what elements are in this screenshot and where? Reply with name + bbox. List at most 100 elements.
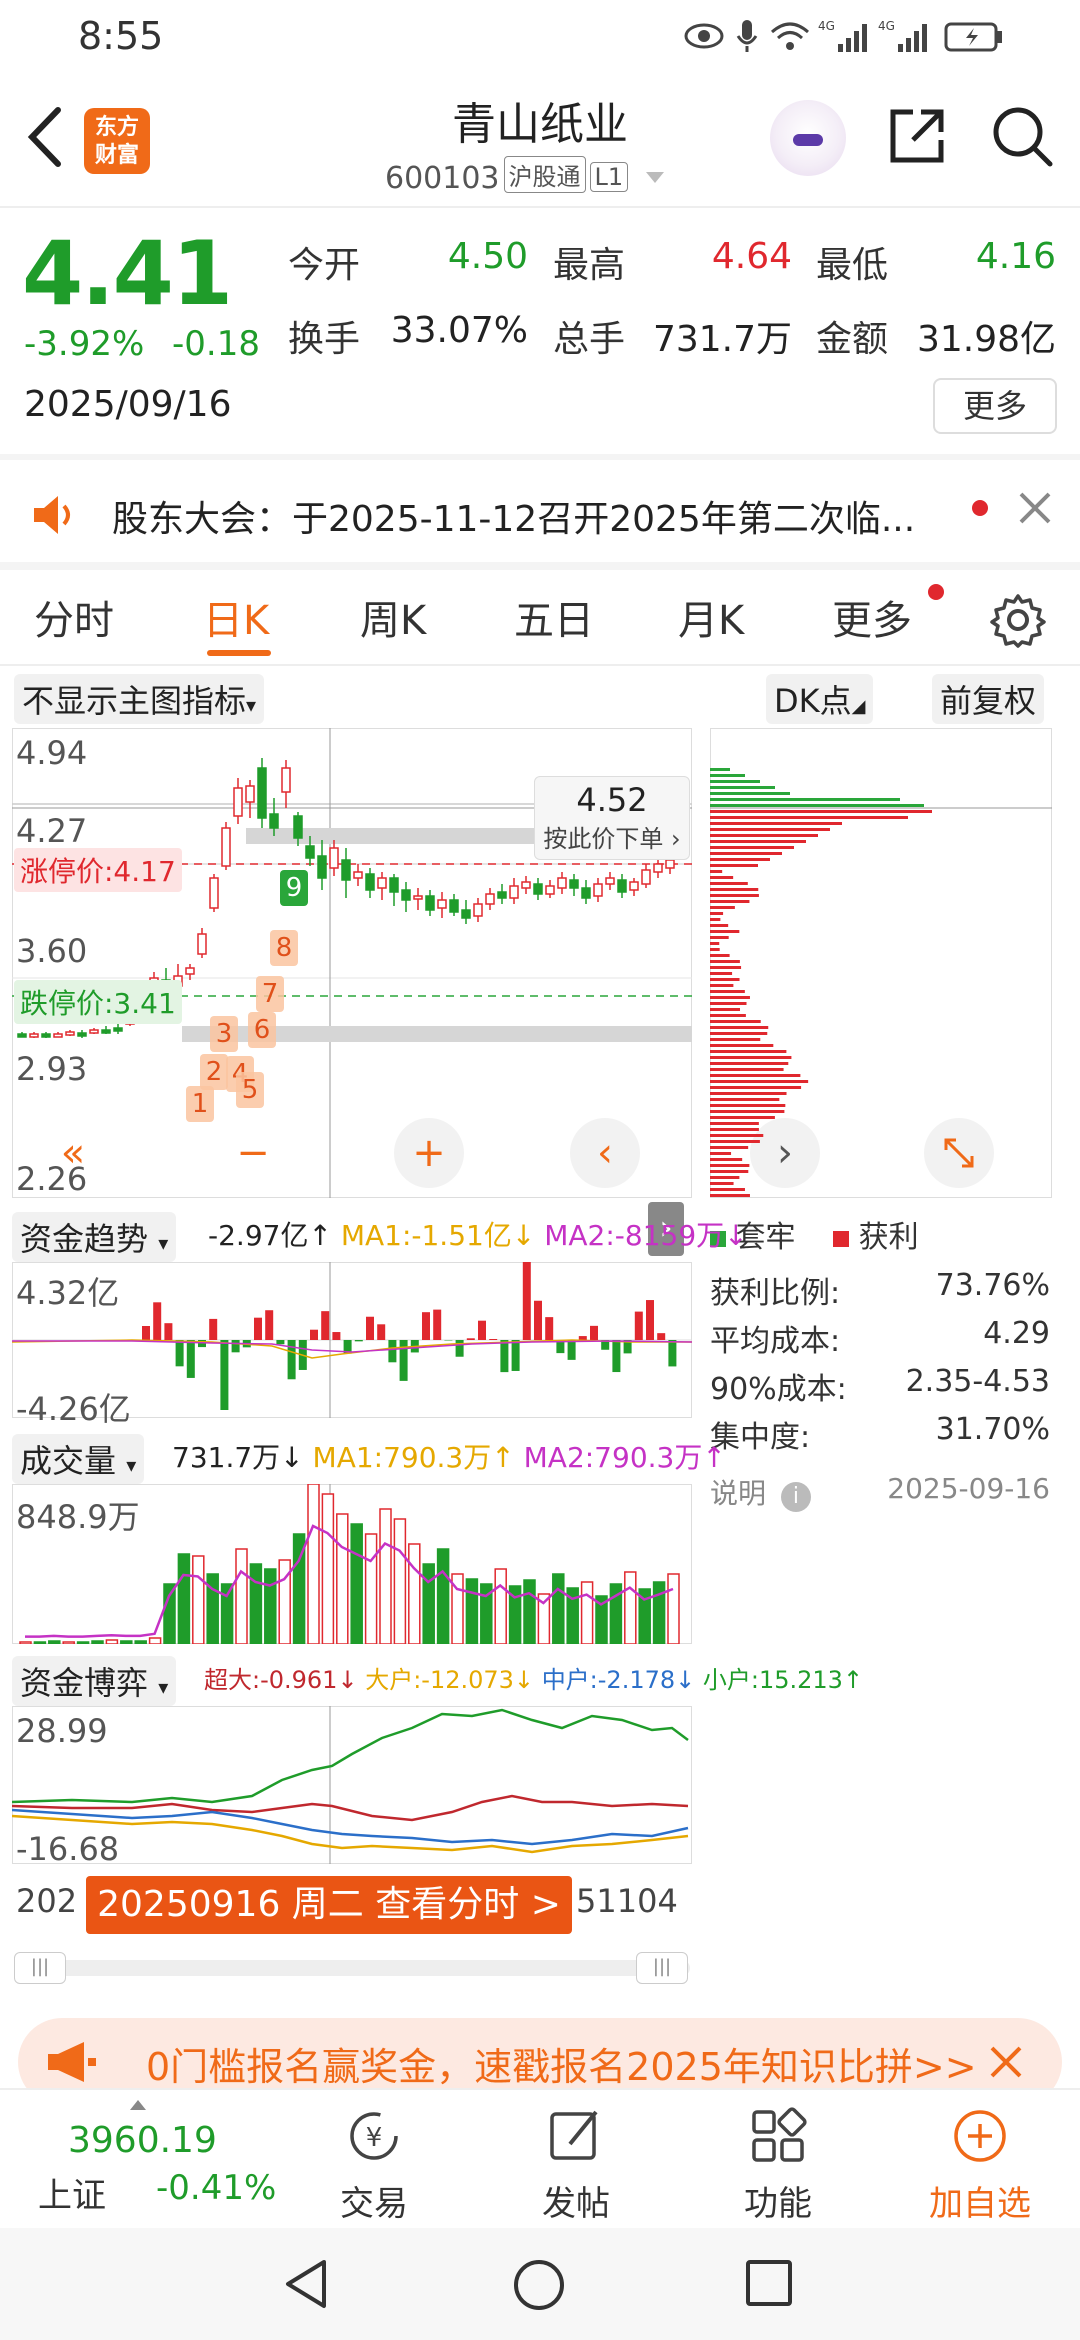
fund-bar bbox=[209, 1318, 218, 1340]
system-home-icon[interactable] bbox=[512, 2258, 566, 2312]
chip-bars bbox=[710, 768, 932, 1197]
add-watchlist-icon[interactable] bbox=[950, 2106, 1010, 2166]
scroll-left-button[interactable]: ‹ bbox=[570, 1118, 640, 1188]
order-at-price-tooltip[interactable]: 4.52 按此价下单 › bbox=[534, 776, 690, 860]
volume-bar bbox=[148, 1637, 162, 1644]
candle-body bbox=[293, 815, 303, 839]
volume-bar bbox=[494, 1568, 507, 1644]
zoom-in-button[interactable]: + bbox=[394, 1118, 464, 1188]
candle-body bbox=[449, 899, 459, 913]
volume-bar bbox=[307, 1484, 320, 1644]
divider bbox=[0, 206, 1080, 208]
candle-body bbox=[197, 933, 207, 955]
search-icon[interactable] bbox=[990, 104, 1054, 168]
main-indicator-select[interactable]: 不显示主图指标▾ bbox=[14, 674, 265, 724]
candle-body bbox=[389, 877, 399, 893]
chip-bar bbox=[710, 894, 759, 897]
dk-point-select[interactable]: DK点◢ bbox=[766, 674, 874, 724]
chip-bar bbox=[710, 810, 932, 813]
candle-body bbox=[101, 1029, 111, 1034]
candle-body bbox=[53, 1033, 63, 1038]
range-handle-left[interactable]: ||| bbox=[14, 1952, 66, 1984]
dk-marker[interactable]: 2 bbox=[200, 1054, 228, 1090]
volume-bar bbox=[408, 1543, 421, 1644]
view-intraday-banner[interactable]: 20250916 周二 查看分时 > bbox=[86, 1876, 572, 1934]
stock-code-row[interactable]: 600103 沪股通 L1 bbox=[385, 156, 666, 196]
turnover-label: 换手 bbox=[288, 319, 361, 360]
tab-five-day[interactable]: 五日 bbox=[514, 588, 594, 646]
candle-body bbox=[641, 869, 651, 885]
eye-icon bbox=[684, 23, 724, 49]
dk-marker[interactable]: 8 bbox=[270, 930, 298, 966]
range-slider-track[interactable] bbox=[14, 1960, 690, 1976]
explanation-link[interactable]: 说明 i bbox=[710, 1472, 811, 1512]
volume-bar bbox=[62, 1641, 75, 1644]
volume-ma1: MA1:790.3万↑ bbox=[312, 1441, 515, 1474]
candle-body bbox=[77, 1032, 87, 1037]
chip-bar bbox=[710, 1080, 809, 1083]
system-back-icon[interactable] bbox=[282, 2258, 332, 2310]
change-percent: -3.92% bbox=[24, 324, 145, 364]
fund-ma2-line bbox=[12, 1340, 692, 1353]
dk-marker[interactable]: 5 bbox=[236, 1072, 264, 1108]
chip-bar bbox=[710, 1128, 759, 1131]
tab-more[interactable]: 更多 bbox=[832, 588, 912, 646]
range-handle-right[interactable]: ||| bbox=[636, 1952, 688, 1984]
index-value: 3960.19 bbox=[68, 2120, 217, 2161]
stock-code: 600103 bbox=[385, 161, 500, 196]
fund-bar bbox=[545, 1317, 554, 1340]
nav-functions-label[interactable]: 功能 bbox=[708, 2176, 848, 2225]
trade-icon[interactable]: ¥ bbox=[344, 2106, 404, 2166]
fund-bar bbox=[377, 1324, 386, 1340]
volume-bar bbox=[120, 1640, 133, 1644]
dk-marker[interactable]: 1 bbox=[186, 1086, 214, 1122]
fund-bars bbox=[142, 1262, 677, 1410]
volume-bar bbox=[19, 1641, 32, 1644]
fund-bar bbox=[567, 1340, 576, 1360]
nav-add-watchlist-label[interactable]: 加自选 bbox=[910, 2176, 1050, 2225]
nav-post-label[interactable]: 发帖 bbox=[506, 2176, 646, 2225]
system-recents-icon[interactable] bbox=[744, 2258, 794, 2308]
zoom-out-button[interactable]: − bbox=[218, 1118, 288, 1188]
tab-intraday[interactable]: 分时 bbox=[34, 588, 114, 646]
share-icon[interactable] bbox=[885, 104, 949, 168]
dk-marker[interactable]: 9 bbox=[280, 870, 308, 906]
dk-point-label: DK点 bbox=[774, 682, 852, 720]
chip-bar bbox=[710, 930, 740, 933]
wifi-icon bbox=[771, 22, 809, 50]
post-edit-icon[interactable] bbox=[546, 2106, 606, 2166]
chip-bar bbox=[710, 864, 758, 867]
settings-gear-icon[interactable] bbox=[990, 592, 1046, 648]
high-value: 4.64 bbox=[711, 236, 792, 277]
scroll-left-fast-button[interactable]: « bbox=[38, 1118, 108, 1188]
fund-trend-select[interactable]: 资金趋势 ▾ bbox=[12, 1212, 177, 1262]
close-icon[interactable] bbox=[988, 2044, 1024, 2080]
fund-bar bbox=[590, 1325, 598, 1340]
tab-monthly-k[interactable]: 月K bbox=[678, 588, 744, 646]
fund-game-select[interactable]: 资金博弈 ▾ bbox=[12, 1656, 177, 1706]
tab-daily-k[interactable]: 日K bbox=[203, 588, 269, 646]
dk-marker[interactable]: 3 bbox=[210, 1016, 238, 1052]
adjust-select[interactable]: 前复权 bbox=[932, 674, 1045, 724]
chip-distribution bbox=[710, 768, 1052, 1197]
nav-trade-label[interactable]: 交易 bbox=[304, 2176, 444, 2225]
close-icon[interactable] bbox=[1015, 488, 1055, 528]
chip-bar bbox=[710, 1014, 746, 1017]
fund-bar bbox=[265, 1310, 274, 1340]
dk-marker[interactable]: 6 bbox=[248, 1012, 276, 1048]
index-name: 上证 bbox=[38, 2176, 106, 2216]
back-icon[interactable] bbox=[20, 102, 70, 172]
candle-body bbox=[233, 787, 243, 817]
tab-weekly-k[interactable]: 周K bbox=[360, 588, 426, 646]
active-tab-underline bbox=[207, 650, 271, 656]
fund-game-mid: 中户:-2.178↓ bbox=[541, 1666, 696, 1694]
more-quote-button[interactable]: 更多 bbox=[933, 378, 1057, 434]
apps-grid-icon[interactable] bbox=[748, 2106, 808, 2166]
battery-icon bbox=[944, 22, 1002, 52]
volume-bar bbox=[667, 1573, 680, 1644]
chip-bar bbox=[710, 1176, 740, 1179]
volume-bar bbox=[364, 1533, 378, 1644]
notice-bar[interactable]: 股东大会：于2025-11-12召开2025年第二次临... bbox=[0, 466, 1080, 562]
dk-marker[interactable]: 7 bbox=[256, 976, 284, 1012]
volume-select[interactable]: 成交量 ▾ bbox=[12, 1434, 145, 1484]
